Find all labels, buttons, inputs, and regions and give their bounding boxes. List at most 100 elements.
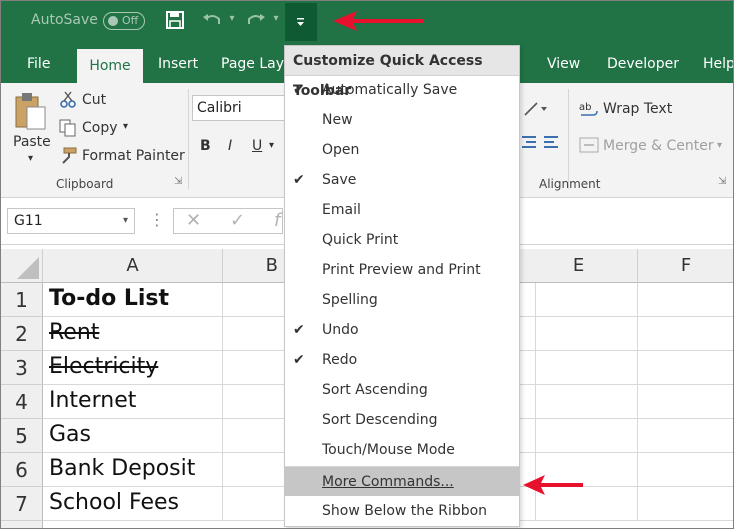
tab-view[interactable]: View — [547, 45, 580, 83]
save-icon[interactable] — [164, 11, 186, 33]
cell-e2[interactable] — [536, 317, 638, 351]
tab-home[interactable]: Home — [77, 49, 143, 83]
cut-label[interactable]: Cut — [82, 92, 106, 108]
cell-e3[interactable] — [536, 351, 638, 385]
underline-dropdown-icon[interactable]: ▾ — [269, 140, 274, 151]
italic-button[interactable]: I — [228, 138, 232, 154]
merge-dropdown-icon[interactable]: ▾ — [717, 140, 722, 151]
cell-f5[interactable] — [638, 419, 733, 453]
merge-center-label[interactable]: Merge & Center — [603, 138, 714, 154]
menu-item-more-commands[interactable]: More Commands... — [285, 466, 519, 496]
indent-icons[interactable] — [522, 135, 562, 151]
underline-button[interactable]: U — [252, 138, 262, 154]
cell-b5[interactable] — [223, 419, 285, 453]
column-header-f[interactable]: F — [638, 249, 733, 283]
wrap-text-icon[interactable]: ab — [579, 100, 599, 120]
row-header-4[interactable]: 4 — [1, 385, 43, 419]
menu-item-undo[interactable]: ✔ Undo — [285, 315, 519, 345]
menu-item-quick-print[interactable]: Quick Print — [285, 225, 519, 255]
format-painter-label[interactable]: Format Painter — [82, 148, 185, 164]
row-header-2[interactable]: 2 — [1, 317, 43, 351]
cell-b1[interactable] — [223, 283, 285, 317]
menu-title: Customize Quick Access Toolbar — [285, 46, 519, 99]
cut-icon[interactable] — [59, 91, 77, 109]
customize-qat-button[interactable] — [285, 3, 317, 41]
enter-icon[interactable]: ✓ — [230, 210, 245, 231]
cell-e4[interactable] — [536, 385, 638, 419]
cell-d1[interactable] — [520, 283, 536, 317]
tab-developer[interactable]: Developer — [607, 45, 679, 83]
menu-item-save[interactable]: ✔ Save — [285, 165, 519, 195]
menu-item-email[interactable]: Email — [285, 195, 519, 225]
cell-f4[interactable] — [638, 385, 733, 419]
wrap-text-label[interactable]: Wrap Text — [603, 101, 672, 117]
column-header-a[interactable]: A — [43, 249, 223, 283]
row-header-3[interactable]: 3 — [1, 351, 43, 385]
merge-center-icon[interactable] — [579, 137, 599, 153]
menu-item-new[interactable]: New — [285, 105, 519, 135]
cell-d4[interactable] — [520, 385, 536, 419]
cell-f6[interactable] — [638, 453, 733, 487]
cell-f2[interactable] — [638, 317, 733, 351]
name-box[interactable]: G11 ▾ — [7, 208, 135, 234]
paste-icon[interactable] — [13, 91, 47, 131]
cell-b2[interactable] — [223, 317, 285, 351]
cell-b6[interactable] — [223, 453, 285, 487]
column-header-b[interactable]: B — [223, 249, 285, 283]
menu-item-label: Redo — [322, 352, 358, 368]
autosave-toggle[interactable]: Off — [103, 12, 145, 30]
menu-item-redo[interactable]: ✔ Redo — [285, 345, 519, 375]
cell-d3[interactable] — [520, 351, 536, 385]
row-header-6[interactable]: 6 — [1, 453, 43, 487]
menu-item-open[interactable]: Open — [285, 135, 519, 165]
cell-b4[interactable] — [223, 385, 285, 419]
alignment-launcher-icon[interactable]: ⇲ — [718, 176, 726, 187]
row-header-1[interactable]: 1 — [1, 283, 43, 317]
tab-file[interactable]: File — [27, 45, 50, 83]
cell-b7[interactable] — [223, 487, 285, 521]
cell-d2[interactable] — [520, 317, 536, 351]
cancel-icon[interactable]: ✕ — [186, 210, 201, 231]
copy-dropdown-icon[interactable]: ▾ — [123, 121, 128, 132]
cell-f1[interactable] — [638, 283, 733, 317]
redo-dropdown-icon[interactable]: ▾ — [271, 13, 281, 24]
row-header-7[interactable]: 7 — [1, 487, 43, 521]
bold-button[interactable]: B — [200, 138, 211, 154]
copy-label[interactable]: Copy — [82, 120, 118, 136]
menu-item-sort-descending[interactable]: Sort Descending — [285, 405, 519, 435]
row-header-5[interactable]: 5 — [1, 419, 43, 453]
paste-label[interactable]: Paste — [13, 134, 51, 150]
name-box-dropdown-icon[interactable]: ▾ — [123, 209, 128, 233]
row-header-8[interactable] — [1, 521, 43, 528]
redo-icon[interactable] — [245, 11, 267, 33]
cell-f7[interactable] — [638, 487, 733, 521]
format-painter-icon[interactable] — [59, 147, 77, 165]
copy-icon[interactable] — [59, 119, 77, 137]
undo-icon[interactable] — [201, 11, 223, 33]
menu-item-sort-ascending[interactable]: Sort Ascending — [285, 375, 519, 405]
tab-page-layout[interactable]: Page Layo — [221, 45, 293, 83]
insert-function-icon[interactable]: f — [274, 210, 280, 231]
paste-dropdown-icon[interactable]: ▾ — [28, 153, 33, 164]
select-all-corner[interactable] — [1, 249, 43, 283]
menu-item-label: Sort Descending — [322, 412, 438, 428]
cell-b3[interactable] — [223, 351, 285, 385]
menu-item-print-preview[interactable]: Print Preview and Print — [285, 255, 519, 285]
menu-item-automatically-save[interactable]: ✔ Automatically Save — [285, 75, 519, 105]
tab-insert[interactable]: Insert — [158, 45, 198, 83]
menu-item-show-below-ribbon[interactable]: Show Below the Ribbon — [285, 496, 519, 526]
orientation-icon[interactable] — [523, 101, 551, 117]
tab-help[interactable]: Help — [703, 45, 733, 83]
undo-dropdown-icon[interactable]: ▾ — [227, 13, 237, 24]
cell-f3[interactable] — [638, 351, 733, 385]
cell-e1[interactable] — [536, 283, 638, 317]
clipboard-launcher-icon[interactable]: ⇲ — [174, 176, 182, 187]
menu-item-spelling[interactable]: Spelling — [285, 285, 519, 315]
more-icon[interactable]: ⋮ — [149, 210, 165, 229]
autosave-state: Off — [122, 14, 139, 27]
menu-item-touch-mouse-mode[interactable]: Touch/Mouse Mode — [285, 435, 519, 465]
column-header-e[interactable]: E — [520, 249, 638, 283]
font-name-box[interactable]: Calibri — [192, 95, 288, 121]
cell-d5[interactable] — [520, 419, 536, 453]
cell-e5[interactable] — [536, 419, 638, 453]
